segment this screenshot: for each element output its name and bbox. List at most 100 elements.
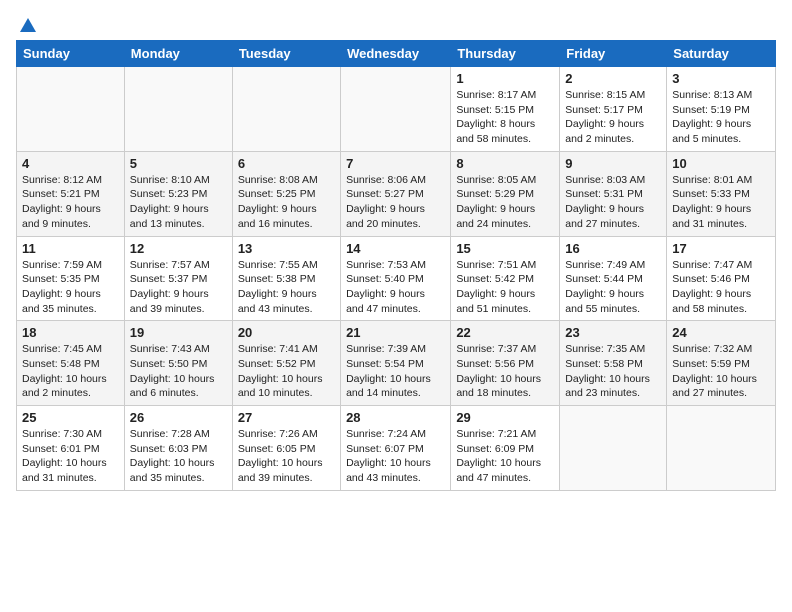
calendar-cell: 8 Sunrise: 8:05 AM Sunset: 5:29 PM Daylig… bbox=[451, 151, 560, 236]
day-info: Sunrise: 7:24 AM Sunset: 6:07 PM Dayligh… bbox=[346, 427, 445, 486]
day-info: Sunrise: 7:41 AM Sunset: 5:52 PM Dayligh… bbox=[238, 342, 335, 401]
header-saturday: Saturday bbox=[667, 41, 776, 67]
day-number: 17 bbox=[672, 241, 770, 256]
day-info: Sunrise: 7:49 AM Sunset: 5:44 PM Dayligh… bbox=[565, 258, 661, 317]
calendar-cell bbox=[560, 406, 667, 491]
calendar-cell bbox=[232, 67, 340, 152]
day-info: Sunrise: 7:47 AM Sunset: 5:46 PM Dayligh… bbox=[672, 258, 770, 317]
calendar-cell: 19 Sunrise: 7:43 AM Sunset: 5:50 PM Dayli… bbox=[124, 321, 232, 406]
week-row-4: 18 Sunrise: 7:45 AM Sunset: 5:48 PM Dayli… bbox=[17, 321, 776, 406]
calendar-cell: 22 Sunrise: 7:37 AM Sunset: 5:56 PM Dayli… bbox=[451, 321, 560, 406]
day-info: Sunrise: 7:26 AM Sunset: 6:05 PM Dayligh… bbox=[238, 427, 335, 486]
logo-icon bbox=[18, 16, 38, 36]
day-info: Sunrise: 7:51 AM Sunset: 5:42 PM Dayligh… bbox=[456, 258, 554, 317]
day-info: Sunrise: 8:06 AM Sunset: 5:27 PM Dayligh… bbox=[346, 173, 445, 232]
day-number: 15 bbox=[456, 241, 554, 256]
day-number: 3 bbox=[672, 71, 770, 86]
calendar-cell: 25 Sunrise: 7:30 AM Sunset: 6:01 PM Dayli… bbox=[17, 406, 125, 491]
day-info: Sunrise: 8:17 AM Sunset: 5:15 PM Dayligh… bbox=[456, 88, 554, 147]
day-info: Sunrise: 7:53 AM Sunset: 5:40 PM Dayligh… bbox=[346, 258, 445, 317]
calendar-cell: 16 Sunrise: 7:49 AM Sunset: 5:44 PM Dayli… bbox=[560, 236, 667, 321]
day-number: 14 bbox=[346, 241, 445, 256]
calendar-cell: 23 Sunrise: 7:35 AM Sunset: 5:58 PM Dayli… bbox=[560, 321, 667, 406]
day-number: 16 bbox=[565, 241, 661, 256]
day-info: Sunrise: 8:12 AM Sunset: 5:21 PM Dayligh… bbox=[22, 173, 119, 232]
calendar-cell: 2 Sunrise: 8:15 AM Sunset: 5:17 PM Daylig… bbox=[560, 67, 667, 152]
week-row-2: 4 Sunrise: 8:12 AM Sunset: 5:21 PM Daylig… bbox=[17, 151, 776, 236]
calendar-cell: 7Sunrise: 8:06 AM Sunset: 5:27 PM Daylig… bbox=[341, 151, 451, 236]
week-row-1: 1Sunrise: 8:17 AM Sunset: 5:15 PM Daylig… bbox=[17, 67, 776, 152]
day-info: Sunrise: 7:32 AM Sunset: 5:59 PM Dayligh… bbox=[672, 342, 770, 401]
day-info: Sunrise: 8:03 AM Sunset: 5:31 PM Dayligh… bbox=[565, 173, 661, 232]
calendar-cell: 26 Sunrise: 7:28 AM Sunset: 6:03 PM Dayli… bbox=[124, 406, 232, 491]
calendar-cell: 5Sunrise: 8:10 AM Sunset: 5:23 PM Daylig… bbox=[124, 151, 232, 236]
day-number: 4 bbox=[22, 156, 119, 171]
day-info: Sunrise: 8:10 AM Sunset: 5:23 PM Dayligh… bbox=[130, 173, 227, 232]
calendar-cell: 28 Sunrise: 7:24 AM Sunset: 6:07 PM Dayli… bbox=[341, 406, 451, 491]
calendar-cell: 29 Sunrise: 7:21 AM Sunset: 6:09 PM Dayli… bbox=[451, 406, 560, 491]
calendar-cell: 1Sunrise: 8:17 AM Sunset: 5:15 PM Daylig… bbox=[451, 67, 560, 152]
day-number: 22 bbox=[456, 325, 554, 340]
day-number: 9 bbox=[565, 156, 661, 171]
day-number: 24 bbox=[672, 325, 770, 340]
calendar-cell: 24 Sunrise: 7:32 AM Sunset: 5:59 PM Dayli… bbox=[667, 321, 776, 406]
day-number: 25 bbox=[22, 410, 119, 425]
header-monday: Monday bbox=[124, 41, 232, 67]
day-number: 20 bbox=[238, 325, 335, 340]
day-number: 23 bbox=[565, 325, 661, 340]
day-info: Sunrise: 7:21 AM Sunset: 6:09 PM Dayligh… bbox=[456, 427, 554, 486]
header-friday: Friday bbox=[560, 41, 667, 67]
day-info: Sunrise: 7:43 AM Sunset: 5:50 PM Dayligh… bbox=[130, 342, 227, 401]
day-info: Sunrise: 8:05 AM Sunset: 5:29 PM Dayligh… bbox=[456, 173, 554, 232]
header-wednesday: Wednesday bbox=[341, 41, 451, 67]
day-number: 11 bbox=[22, 241, 119, 256]
calendar-cell: 11 Sunrise: 7:59 AM Sunset: 5:35 PM Dayli… bbox=[17, 236, 125, 321]
calendar-cell bbox=[667, 406, 776, 491]
header-sunday: Sunday bbox=[17, 41, 125, 67]
calendar-cell: 3 Sunrise: 8:13 AM Sunset: 5:19 PM Daylig… bbox=[667, 67, 776, 152]
calendar-cell: 6Sunrise: 8:08 AM Sunset: 5:25 PM Daylig… bbox=[232, 151, 340, 236]
calendar-cell: 9 Sunrise: 8:03 AM Sunset: 5:31 PM Daylig… bbox=[560, 151, 667, 236]
day-number: 10 bbox=[672, 156, 770, 171]
day-number: 8 bbox=[456, 156, 554, 171]
day-number: 28 bbox=[346, 410, 445, 425]
calendar-cell: 15 Sunrise: 7:51 AM Sunset: 5:42 PM Dayli… bbox=[451, 236, 560, 321]
day-number: 13 bbox=[238, 241, 335, 256]
day-info: Sunrise: 7:28 AM Sunset: 6:03 PM Dayligh… bbox=[130, 427, 227, 486]
calendar-cell: 13 Sunrise: 7:55 AM Sunset: 5:38 PM Dayli… bbox=[232, 236, 340, 321]
calendar-cell bbox=[17, 67, 125, 152]
day-info: Sunrise: 8:08 AM Sunset: 5:25 PM Dayligh… bbox=[238, 173, 335, 232]
day-info: Sunrise: 7:59 AM Sunset: 5:35 PM Dayligh… bbox=[22, 258, 119, 317]
calendar-table: SundayMondayTuesdayWednesdayThursdayFrid… bbox=[16, 40, 776, 491]
calendar-cell bbox=[124, 67, 232, 152]
day-info: Sunrise: 7:55 AM Sunset: 5:38 PM Dayligh… bbox=[238, 258, 335, 317]
calendar-cell: 4 Sunrise: 8:12 AM Sunset: 5:21 PM Daylig… bbox=[17, 151, 125, 236]
header-tuesday: Tuesday bbox=[232, 41, 340, 67]
day-info: Sunrise: 7:57 AM Sunset: 5:37 PM Dayligh… bbox=[130, 258, 227, 317]
calendar-cell: 14 Sunrise: 7:53 AM Sunset: 5:40 PM Dayli… bbox=[341, 236, 451, 321]
day-number: 19 bbox=[130, 325, 227, 340]
day-number: 29 bbox=[456, 410, 554, 425]
day-info: Sunrise: 7:37 AM Sunset: 5:56 PM Dayligh… bbox=[456, 342, 554, 401]
day-info: Sunrise: 7:39 AM Sunset: 5:54 PM Dayligh… bbox=[346, 342, 445, 401]
day-number: 18 bbox=[22, 325, 119, 340]
week-row-3: 11 Sunrise: 7:59 AM Sunset: 5:35 PM Dayli… bbox=[17, 236, 776, 321]
day-info: Sunrise: 8:01 AM Sunset: 5:33 PM Dayligh… bbox=[672, 173, 770, 232]
calendar-header-row: SundayMondayTuesdayWednesdayThursdayFrid… bbox=[17, 41, 776, 67]
calendar-cell: 18 Sunrise: 7:45 AM Sunset: 5:48 PM Dayli… bbox=[17, 321, 125, 406]
day-info: Sunrise: 8:13 AM Sunset: 5:19 PM Dayligh… bbox=[672, 88, 770, 147]
calendar-cell: 10 Sunrise: 8:01 AM Sunset: 5:33 PM Dayli… bbox=[667, 151, 776, 236]
calendar-cell: 21 Sunrise: 7:39 AM Sunset: 5:54 PM Dayli… bbox=[341, 321, 451, 406]
calendar-cell: 27 Sunrise: 7:26 AM Sunset: 6:05 PM Dayli… bbox=[232, 406, 340, 491]
day-info: Sunrise: 7:30 AM Sunset: 6:01 PM Dayligh… bbox=[22, 427, 119, 486]
day-number: 21 bbox=[346, 325, 445, 340]
day-number: 26 bbox=[130, 410, 227, 425]
day-info: Sunrise: 7:35 AM Sunset: 5:58 PM Dayligh… bbox=[565, 342, 661, 401]
calendar-cell bbox=[341, 67, 451, 152]
day-info: Sunrise: 8:15 AM Sunset: 5:17 PM Dayligh… bbox=[565, 88, 661, 147]
day-number: 27 bbox=[238, 410, 335, 425]
calendar-cell: 12Sunrise: 7:57 AM Sunset: 5:37 PM Dayli… bbox=[124, 236, 232, 321]
day-info: Sunrise: 7:45 AM Sunset: 5:48 PM Dayligh… bbox=[22, 342, 119, 401]
calendar-cell: 17 Sunrise: 7:47 AM Sunset: 5:46 PM Dayli… bbox=[667, 236, 776, 321]
day-number: 2 bbox=[565, 71, 661, 86]
